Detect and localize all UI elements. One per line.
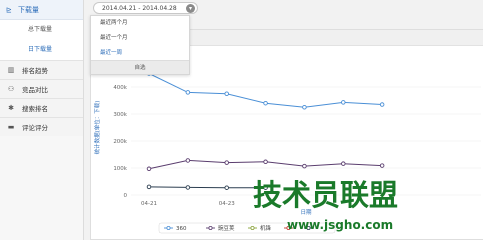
data-point [379,102,385,107]
date-range-dropdown: 最近两个月 最近一个月 最近一周 自选 [90,15,190,75]
data-point [185,90,191,95]
sidebar-item-search-rank[interactable]: ✱ 搜索排名 [0,98,83,117]
y-tick-label: 300k [113,112,127,118]
app-window: ⊵ 下载量 总下载量 日下载量 ▥ 排名趋势 ⚇ 竞品对比 ✱ 搜索排名 ▬ 评… [0,0,483,240]
y-tick-label: 0 [124,193,128,199]
y-tick-label: 200k [113,139,127,145]
search-rank-icon: ✱ [8,104,14,112]
data-point [185,158,191,163]
comment-icon: ▬ [7,123,15,131]
data-point [263,100,268,106]
sidebar-item-label: 搜索排名 [22,105,48,113]
dropdown-option-one-week[interactable]: 最近一周 [91,46,189,61]
legend-label: 豌豆荚 [218,224,235,232]
legend-label: 360 [176,226,187,232]
sidebar: ⊵ 下载量 总下载量 日下载量 ▥ 排名趋势 ⚇ 竞品对比 ✱ 搜索排名 ▬ 评… [0,0,84,240]
sidebar-item-label: 竞品对比 [22,86,48,94]
sidebar-item-competitor-compare[interactable]: ⚇ 竞品对比 [0,79,83,98]
y-tick-label: 400k [113,85,127,91]
date-toolbar: 2014.04.21 - 2014.04.28 ▾ [90,0,483,16]
sidebar-header-label: 下载量 [18,5,39,14]
sidebar-item-label: 评论评分 [22,124,48,132]
dropdown-option-two-months[interactable]: 最近两个月 [91,16,189,31]
data-point [263,159,268,165]
chevron-down-icon[interactable]: ▾ [186,4,195,13]
sidebar-item-rank-trend[interactable]: ▥ 排名趋势 [0,60,83,79]
data-point [302,163,307,169]
bar-chart-icon: ▥ [7,66,15,74]
legend-marker [208,225,213,230]
x-tick-label: 04-23 [219,201,235,207]
data-point [302,104,307,110]
sidebar-sub-daily-downloads[interactable]: 日下载量 [0,40,83,60]
series-line [148,186,266,189]
legend-marker [166,225,171,230]
data-point [341,100,346,105]
sidebar-sub-total-downloads[interactable]: 总下载量 [0,20,83,40]
data-point [146,166,152,172]
watermark-url: www.jsgho.com [287,218,393,232]
y-axis-label: 统计数据(单位：下载) [93,101,101,155]
y-tick-label: 100k [113,166,127,172]
sidebar-sub-label: 总下载量 [28,26,53,33]
watermark-logo-text: 技术员联盟 [253,178,398,212]
data-point [224,160,229,165]
data-point [379,163,385,168]
sidebar-header-downloads[interactable]: ⊵ 下载量 [0,0,83,20]
sidebar-item-label: 排名趋势 [22,67,48,75]
data-point [224,185,229,190]
legend-label: 机锋 [260,224,272,232]
data-point [341,161,346,166]
users-icon: ⚇ [7,85,15,93]
dropdown-custom-range[interactable]: 自选 [91,60,189,74]
date-range-select[interactable]: 2014.04.21 - 2014.04.28 ▾ [93,2,198,14]
x-tick-label: 04-21 [141,201,157,207]
data-point [185,185,191,190]
sidebar-item-reviews[interactable]: ▬ 评论评分 [0,117,83,136]
data-point [224,91,229,97]
legend-marker [250,225,255,230]
dropdown-option-one-month[interactable]: 最近一个月 [91,31,189,46]
data-point [146,184,152,190]
date-range-value: 2014.04.21 - 2014.04.28 [102,5,177,12]
sidebar-sub-label: 日下载量 [28,46,53,53]
chart-line-icon: ⊵ [6,5,12,14]
